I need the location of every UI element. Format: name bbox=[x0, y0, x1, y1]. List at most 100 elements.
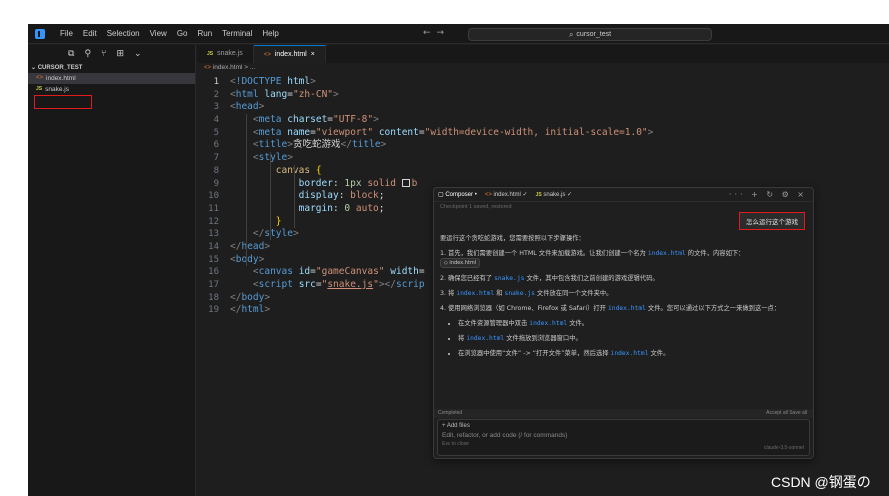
editor-window: File Edit Selection View Go Run Terminal… bbox=[28, 24, 889, 496]
menu-view[interactable]: View bbox=[145, 24, 172, 44]
line-number: 8 bbox=[213, 165, 219, 176]
js-file-icon: JS bbox=[207, 51, 214, 57]
tab-label: index.html bbox=[274, 50, 307, 58]
file-label: index.html bbox=[46, 75, 76, 82]
add-files-button[interactable]: + Add files bbox=[442, 423, 805, 429]
html-file-icon: <> bbox=[484, 192, 492, 198]
composer-status-bar: Completed Accept all Save all bbox=[434, 409, 813, 418]
explorer-toolbar: ⧉ ⚲ ⑂ ⊞ ⌄ bbox=[28, 45, 195, 63]
response-step-1: 1. 首先，我们需要创建一个 HTML 文件来加载游戏。让我们创建一个名为 in… bbox=[440, 250, 745, 268]
line-number: 15 bbox=[208, 254, 219, 265]
command-search-input[interactable]: ⌕ cursor_test bbox=[468, 28, 712, 41]
search-icon: ⌕ bbox=[568, 29, 574, 39]
menu-terminal[interactable]: Terminal bbox=[217, 24, 257, 44]
list-item: 在浏览器中使用“文件” -> “打开文件”菜单，然后选择 index.html … bbox=[458, 350, 808, 358]
line-number: 3 bbox=[213, 102, 219, 113]
html-file-icon: <> bbox=[36, 75, 44, 81]
back-arrow-icon[interactable]: ← bbox=[423, 28, 437, 38]
source-control-icon[interactable]: ⑂ bbox=[101, 49, 106, 59]
file-snake-js[interactable]: JS snake.js bbox=[28, 84, 195, 95]
line-number: 1 bbox=[213, 77, 219, 87]
line-number: 14 bbox=[208, 241, 219, 252]
editor-tabs: JS snake.js <> index.html × bbox=[197, 45, 889, 63]
line-number: 18 bbox=[208, 292, 219, 303]
line-number: 13 bbox=[208, 229, 219, 240]
code-line: 7 <style> bbox=[197, 152, 889, 165]
tab-index-html[interactable]: <> index.html × bbox=[253, 45, 326, 64]
context-file-tab[interactable]: JS snake.js ✓ bbox=[536, 191, 573, 198]
list-item: 将 index.html 文件拖放到浏览器窗口中。 bbox=[458, 335, 808, 343]
context-file-tab[interactable]: <> index.html ✓ bbox=[485, 191, 528, 198]
line-number: 2 bbox=[213, 89, 219, 100]
response-step-3: 3. 将 index.html 和 snake.js 文件放在同一个文件夹中。 bbox=[440, 290, 613, 297]
response-step-2: 2. 确保您已经有了 snake.js 文件，其中包含我们之前创建的游戏逻辑代码… bbox=[440, 275, 659, 282]
checkpoint-label: Checkpoint 1 saved, restored bbox=[440, 204, 512, 210]
code-line: 4 <meta charset="UTF-8"> bbox=[197, 114, 889, 127]
tab-label: snake.js bbox=[217, 50, 243, 57]
html-file-icon: <> bbox=[263, 51, 271, 58]
input-hint: Esc to close bbox=[442, 441, 469, 447]
highlight-box bbox=[34, 95, 92, 109]
menu-bar: File Edit Selection View Go Run Terminal… bbox=[55, 24, 284, 44]
tab-snake-js[interactable]: JS snake.js bbox=[197, 45, 254, 63]
chevron-down-icon[interactable]: ⌄ bbox=[134, 49, 142, 59]
code-line: 8 canvas { bbox=[197, 165, 889, 178]
menu-go[interactable]: Go bbox=[172, 24, 193, 44]
search-icon[interactable]: ⚲ bbox=[84, 49, 91, 59]
js-file-icon: JS bbox=[535, 192, 542, 198]
accept-save-buttons[interactable]: Accept all Save all bbox=[766, 409, 807, 418]
file-label: snake.js bbox=[45, 86, 69, 93]
line-number: 16 bbox=[208, 267, 219, 278]
breadcrumb[interactable]: <> index.html > ... bbox=[204, 64, 255, 71]
js-file-icon: JS bbox=[36, 86, 43, 92]
explorer-section-header[interactable]: ⌄ CURSOR_TEST bbox=[28, 63, 195, 73]
menu-run[interactable]: Run bbox=[192, 24, 217, 44]
indent-guide bbox=[246, 114, 247, 266]
watermark: CSDN @钢蛋の bbox=[771, 474, 871, 490]
line-number: 17 bbox=[208, 280, 219, 290]
code-line: 2 <html lang="zh-CN"> bbox=[197, 89, 889, 102]
user-message: 怎么运行这个游戏 bbox=[739, 212, 805, 230]
file-pill[interactable]: ◇ index.html bbox=[440, 258, 481, 268]
extensions-icon[interactable]: ⊞ bbox=[116, 49, 124, 59]
search-value: cursor_test bbox=[576, 31, 612, 38]
workspace-name: CURSOR_TEST bbox=[37, 65, 83, 71]
composer-panel: ▢ Composer • <> index.html ✓ JS snake.js… bbox=[433, 187, 814, 459]
close-icon[interactable]: × bbox=[311, 46, 315, 64]
menu-selection[interactable]: Selection bbox=[102, 24, 145, 44]
line-number: 10 bbox=[208, 191, 219, 202]
forward-arrow-icon[interactable]: → bbox=[437, 28, 451, 38]
menu-help[interactable]: Help bbox=[257, 24, 283, 44]
line-number: 6 bbox=[213, 140, 219, 151]
file-index-html[interactable]: <> index.html bbox=[28, 73, 195, 84]
composer-controls[interactable]: ··· + ↻ ⚙ × bbox=[729, 190, 807, 199]
code-line: 5 <meta name="viewport" content="width=d… bbox=[197, 127, 889, 140]
response-intro: 要运行这个贪吃蛇游戏，您需要按照以下步骤操作： bbox=[440, 235, 585, 242]
assistant-response: 要运行这个贪吃蛇游戏，您需要按照以下步骤操作： 1. 首先，我们需要创建一个 H… bbox=[440, 235, 808, 365]
line-number: 12 bbox=[208, 216, 219, 227]
color-swatch[interactable] bbox=[401, 178, 410, 187]
composer-input[interactable]: + Add files Edit, refactor, or add code … bbox=[437, 419, 810, 456]
line-number: 7 bbox=[213, 153, 219, 164]
html-file-icon: <> bbox=[204, 65, 212, 71]
title-bar: File Edit Selection View Go Run Terminal… bbox=[28, 24, 889, 44]
model-selector[interactable]: claude-3.5-sonnet bbox=[764, 445, 804, 451]
input-placeholder[interactable]: Edit, refactor, or add code (/ for comma… bbox=[442, 432, 805, 439]
menu-file[interactable]: File bbox=[55, 24, 78, 44]
line-number: 19 bbox=[208, 305, 219, 316]
response-step-4: 4. 使用网络浏览器（如 Chrome、Firefox 或 Safari）打开 … bbox=[440, 305, 781, 312]
line-number: 4 bbox=[213, 115, 219, 126]
code-line: 6 <title>贪吃蛇游戏</title> bbox=[197, 139, 889, 152]
menu-edit[interactable]: Edit bbox=[78, 24, 102, 44]
explorer-sidebar: ⧉ ⚲ ⑂ ⊞ ⌄ ⌄ CURSOR_TEST <> index.html JS… bbox=[28, 45, 196, 496]
breadcrumb-label: index.html > ... bbox=[212, 64, 256, 71]
indent-guide bbox=[270, 152, 271, 240]
line-number: 5 bbox=[213, 127, 219, 138]
line-number: 9 bbox=[213, 178, 219, 189]
status-left: Completed bbox=[438, 410, 463, 416]
list-item: 在文件资源管理器中双击 index.html 文件。 bbox=[458, 320, 808, 328]
files-icon[interactable]: ⧉ bbox=[68, 49, 74, 59]
app-logo-icon bbox=[35, 28, 45, 39]
composer-tab[interactable]: ▢ Composer • bbox=[438, 191, 477, 198]
line-number: 11 bbox=[208, 203, 219, 214]
